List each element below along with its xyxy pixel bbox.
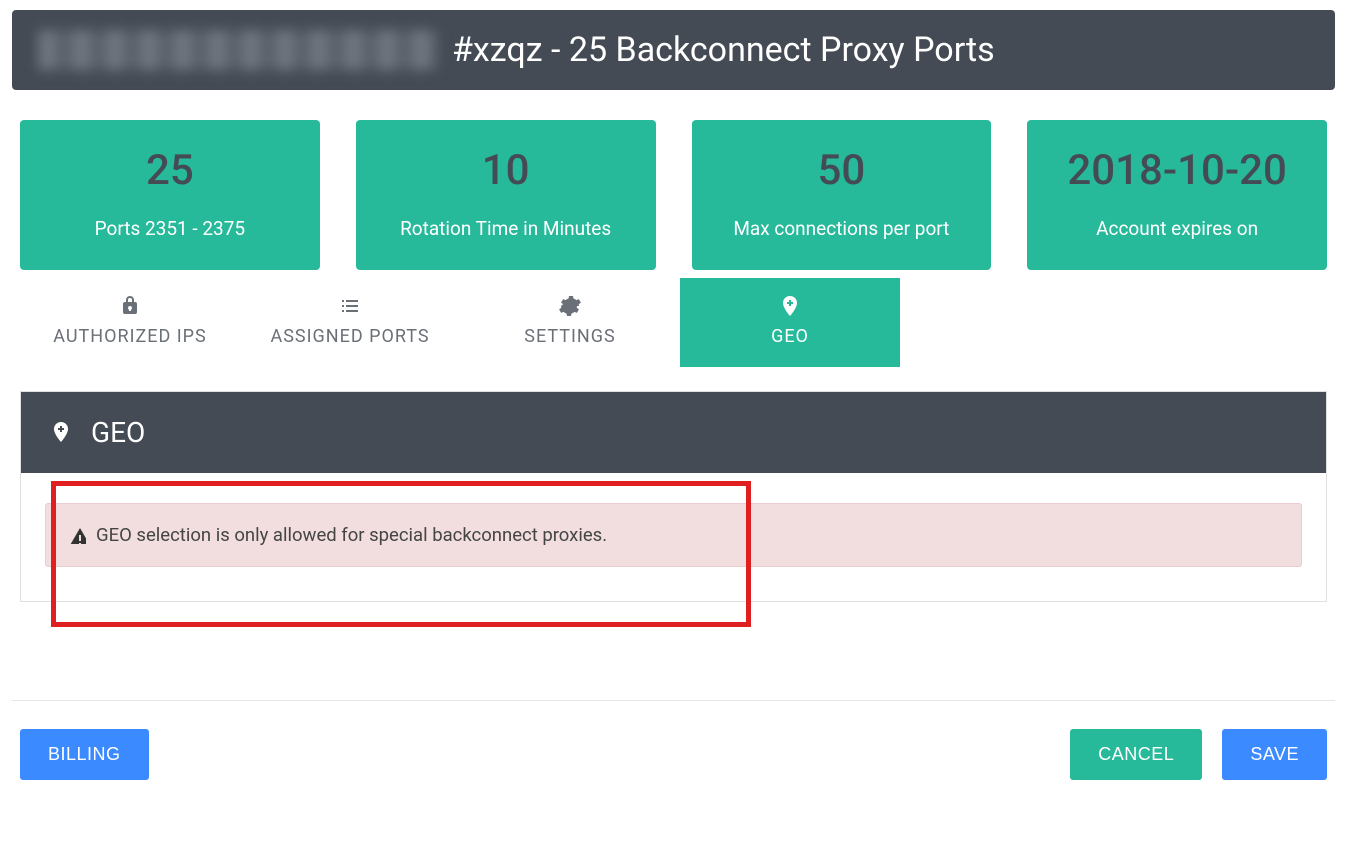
section-body: GEO selection is only allowed for specia… xyxy=(21,473,1326,601)
list-icon xyxy=(338,294,362,318)
stat-value: 50 xyxy=(702,146,982,195)
stat-tiles: 25 Ports 2351 - 2375 10 Rotation Time in… xyxy=(20,120,1327,270)
tab-geo[interactable]: GEO xyxy=(680,278,900,367)
stat-label: Max connections per port xyxy=(702,217,982,240)
tab-label: SETTINGS xyxy=(524,326,615,347)
tab-assigned-ports[interactable]: ASSIGNED PORTS xyxy=(240,278,460,367)
tab-settings[interactable]: SETTINGS xyxy=(460,278,680,367)
tab-label: AUTHORIZED IPS xyxy=(53,326,206,347)
warning-icon xyxy=(68,526,86,544)
gear-icon xyxy=(558,294,582,318)
stat-value: 10 xyxy=(366,146,646,195)
stat-expiry: 2018-10-20 Account expires on xyxy=(1027,120,1327,270)
stat-ports: 25 Ports 2351 - 2375 xyxy=(20,120,320,270)
page-header: #xzqz - 25 Backconnect Proxy Ports xyxy=(12,10,1335,90)
geo-alert: GEO selection is only allowed for specia… xyxy=(45,503,1302,567)
save-button[interactable]: SAVE xyxy=(1222,729,1327,780)
billing-button[interactable]: BILLING xyxy=(20,729,149,780)
alert-text: GEO selection is only allowed for specia… xyxy=(96,524,607,546)
page-title: #xzqz - 25 Backconnect Proxy Ports xyxy=(452,30,995,70)
section-header: GEO xyxy=(21,392,1326,473)
pin-plus-icon xyxy=(778,294,802,318)
redacted-domain xyxy=(38,30,438,70)
stat-value: 2018-10-20 xyxy=(1037,146,1317,195)
tab-authorized-ips[interactable]: AUTHORIZED IPS xyxy=(20,278,240,367)
cancel-button[interactable]: CANCEL xyxy=(1070,729,1202,780)
stat-label: Account expires on xyxy=(1037,217,1317,240)
pin-plus-icon xyxy=(49,420,75,446)
stat-rotation: 10 Rotation Time in Minutes xyxy=(356,120,656,270)
lock-icon xyxy=(118,294,142,318)
geo-section: GEO GEO selection is only allowed for sp… xyxy=(20,391,1327,602)
tab-label: ASSIGNED PORTS xyxy=(270,326,429,347)
section-title: GEO xyxy=(91,416,145,449)
tab-label: GEO xyxy=(771,326,809,347)
stat-connections: 50 Max connections per port xyxy=(692,120,992,270)
stat-label: Ports 2351 - 2375 xyxy=(30,217,310,240)
stat-label: Rotation Time in Minutes xyxy=(366,217,646,240)
tab-bar: AUTHORIZED IPS ASSIGNED PORTS SETTINGS G… xyxy=(20,278,1327,367)
stat-value: 25 xyxy=(30,146,310,195)
footer-bar: BILLING CANCEL SAVE xyxy=(12,700,1335,780)
